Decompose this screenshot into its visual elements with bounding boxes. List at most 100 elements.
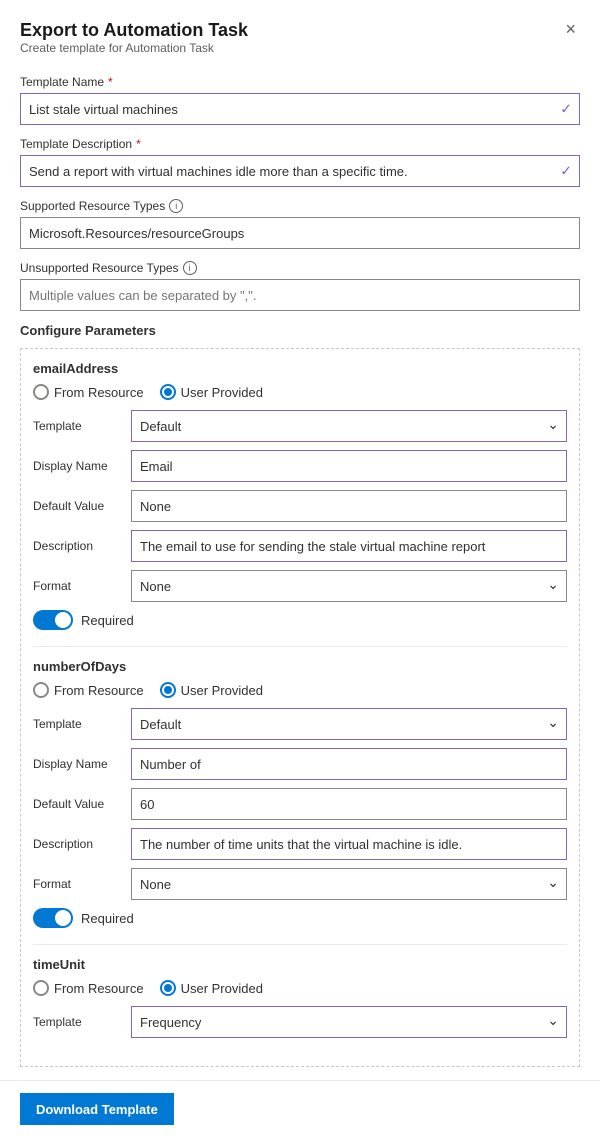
template-description-group: Template Description * ✓	[20, 137, 580, 187]
configure-parameters-title: Configure Parameters	[20, 323, 580, 338]
param-number-format-select-wrapper: None	[131, 868, 567, 900]
param-number-radio-group: From Resource User Provided	[33, 682, 567, 698]
param-email-template-row: Template Default	[33, 410, 567, 442]
template-name-group: Template Name * ✓	[20, 75, 580, 125]
template-description-check-icon: ✓	[560, 163, 572, 180]
modal-title-block: Export to Automation Task Create templat…	[20, 20, 248, 71]
param-number-format-row: Format None	[33, 868, 567, 900]
param-email-default-value-label: Default Value	[33, 499, 123, 513]
param-email-radio-group: From Resource User Provided	[33, 384, 567, 400]
radio-from-resource-timeunit[interactable]	[33, 980, 49, 996]
template-description-input-wrapper: ✓	[20, 155, 580, 187]
param-divider-1	[33, 646, 567, 647]
param-email-radio-from-resource[interactable]: From Resource	[33, 384, 144, 400]
radio-from-resource-email[interactable]	[33, 384, 49, 400]
template-description-label: Template Description *	[20, 137, 580, 151]
required-star: *	[108, 75, 113, 89]
param-number-radio-from-resource[interactable]: From Resource	[33, 682, 144, 698]
param-timeunit-template-select[interactable]: Frequency	[131, 1006, 567, 1038]
supported-resource-info-icon[interactable]: i	[169, 199, 183, 213]
param-email-display-name-input[interactable]	[131, 450, 567, 482]
param-number-display-name-row: Display Name	[33, 748, 567, 780]
param-email-description-label: Description	[33, 539, 123, 553]
param-timeunit-template-label: Template	[33, 1015, 123, 1029]
supported-resource-types-group: Supported Resource Types i	[20, 199, 580, 249]
download-template-button[interactable]: Download Template	[20, 1093, 174, 1125]
param-email-required-label: Required	[81, 613, 134, 628]
close-button[interactable]: ×	[561, 20, 580, 38]
radio-user-provided-timeunit[interactable]	[160, 980, 176, 996]
radio-user-provided-email-label: User Provided	[181, 385, 263, 400]
param-email-template-label: Template	[33, 419, 123, 433]
radio-user-provided-number-label: User Provided	[181, 683, 263, 698]
required-star-desc: *	[136, 137, 141, 151]
param-email-format-label: Format	[33, 579, 123, 593]
param-email-title: emailAddress	[33, 361, 567, 376]
param-number-title: numberOfDays	[33, 659, 567, 674]
modal-footer: Download Template	[0, 1080, 600, 1137]
template-name-input-wrapper: ✓	[20, 93, 580, 125]
template-name-label: Template Name *	[20, 75, 580, 89]
radio-user-provided-number[interactable]	[160, 682, 176, 698]
param-number-description-row: Description	[33, 828, 567, 860]
template-name-check-icon: ✓	[560, 101, 572, 118]
param-timeunit-template-select-wrapper: Frequency	[131, 1006, 567, 1038]
param-timeunit-radio-from-resource[interactable]: From Resource	[33, 980, 144, 996]
param-number-default-value-input[interactable]	[131, 788, 567, 820]
param-email-display-name-row: Display Name	[33, 450, 567, 482]
param-group-email: emailAddress From Resource User Provided…	[33, 361, 567, 630]
template-name-input[interactable]	[20, 93, 580, 125]
param-email-format-select[interactable]: None	[131, 570, 567, 602]
param-group-timeunit: timeUnit From Resource User Provided Tem…	[33, 957, 567, 1038]
configure-parameters-section: emailAddress From Resource User Provided…	[20, 348, 580, 1067]
param-number-template-label: Template	[33, 717, 123, 731]
param-divider-2	[33, 944, 567, 945]
unsupported-resource-types-label: Unsupported Resource Types i	[20, 261, 580, 275]
param-email-default-value-input[interactable]	[131, 490, 567, 522]
param-number-display-name-label: Display Name	[33, 757, 123, 771]
unsupported-resource-types-group: Unsupported Resource Types i	[20, 261, 580, 311]
radio-from-resource-number[interactable]	[33, 682, 49, 698]
param-number-display-name-input[interactable]	[131, 748, 567, 780]
supported-resource-types-input[interactable]	[20, 217, 580, 249]
param-email-required-row: Required	[33, 610, 567, 630]
param-number-required-row: Required	[33, 908, 567, 928]
param-email-radio-user-provided[interactable]: User Provided	[160, 384, 263, 400]
param-timeunit-title: timeUnit	[33, 957, 567, 972]
param-number-format-label: Format	[33, 877, 123, 891]
param-email-template-select[interactable]: Default	[131, 410, 567, 442]
param-email-required-toggle[interactable]	[33, 610, 73, 630]
param-group-number: numberOfDays From Resource User Provided…	[33, 659, 567, 928]
param-number-description-input[interactable]	[131, 828, 567, 860]
radio-from-resource-number-label: From Resource	[54, 683, 144, 698]
modal-subtitle: Create template for Automation Task	[20, 41, 248, 55]
param-number-default-value-row: Default Value	[33, 788, 567, 820]
param-number-required-toggle[interactable]	[33, 908, 73, 928]
unsupported-resource-types-input[interactable]	[20, 279, 580, 311]
param-timeunit-radio-user-provided[interactable]: User Provided	[160, 980, 263, 996]
supported-resource-types-label: Supported Resource Types i	[20, 199, 580, 213]
param-number-description-label: Description	[33, 837, 123, 851]
export-modal: Export to Automation Task Create templat…	[0, 0, 600, 1137]
param-number-template-select[interactable]: Default	[131, 708, 567, 740]
param-email-format-row: Format None	[33, 570, 567, 602]
unsupported-resource-info-icon[interactable]: i	[183, 261, 197, 275]
param-number-required-label: Required	[81, 911, 134, 926]
param-number-format-select[interactable]: None	[131, 868, 567, 900]
param-email-description-row: Description	[33, 530, 567, 562]
param-email-template-select-wrapper: Default	[131, 410, 567, 442]
param-number-radio-user-provided[interactable]: User Provided	[160, 682, 263, 698]
radio-user-provided-email[interactable]	[160, 384, 176, 400]
modal-title: Export to Automation Task	[20, 20, 248, 41]
radio-user-provided-timeunit-label: User Provided	[181, 981, 263, 996]
template-description-input[interactable]	[20, 155, 580, 187]
param-timeunit-template-row: Template Frequency	[33, 1006, 567, 1038]
param-timeunit-radio-group: From Resource User Provided	[33, 980, 567, 996]
param-email-default-value-row: Default Value	[33, 490, 567, 522]
param-email-description-input[interactable]	[131, 530, 567, 562]
radio-from-resource-timeunit-label: From Resource	[54, 981, 144, 996]
param-number-template-row: Template Default	[33, 708, 567, 740]
modal-header: Export to Automation Task Create templat…	[20, 20, 580, 71]
param-number-default-value-label: Default Value	[33, 797, 123, 811]
param-number-template-select-wrapper: Default	[131, 708, 567, 740]
